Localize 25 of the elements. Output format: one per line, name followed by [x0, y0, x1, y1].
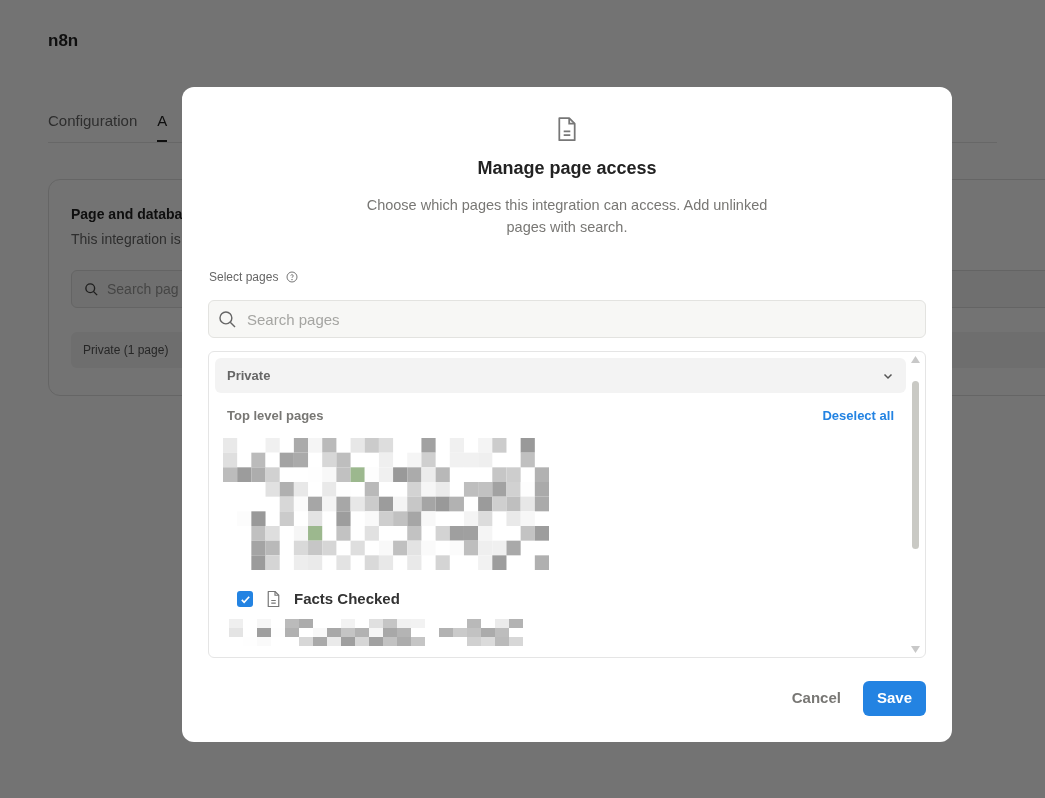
card-title: Page and databa — [71, 205, 183, 224]
dialog-description: Choose which pages this integration can access. Add unlinked pages with search. — [365, 196, 769, 238]
scrollbar-thumb[interactable] — [912, 381, 919, 550]
app-title: n8n — [48, 30, 80, 52]
card-subtitle: This integration is — [71, 230, 181, 249]
scroll-up-icon[interactable] — [911, 356, 920, 364]
document-icon — [266, 590, 281, 609]
document-icon — [556, 116, 578, 143]
help-icon — [286, 271, 299, 284]
save-button[interactable]: Save — [862, 681, 926, 716]
tab[interactable]: A — [157, 105, 168, 142]
search-field[interactable]: Search pages — [208, 300, 926, 339]
scroll-down-icon[interactable] — [911, 646, 920, 654]
deselect-all-link[interactable]: Deselect all — [822, 406, 894, 426]
checkbox[interactable] — [237, 591, 253, 608]
field-label: Select pages — [209, 269, 279, 287]
check-icon — [239, 593, 251, 605]
section-header[interactable]: Private — [215, 358, 906, 394]
dialog-title: Manage page access — [477, 157, 657, 181]
tab[interactable]: Configuration — [48, 105, 138, 142]
search-icon — [84, 281, 99, 297]
search-icon — [218, 310, 237, 330]
group-label: Top level pages — [227, 407, 324, 426]
cancel-button[interactable]: Cancel — [791, 681, 841, 716]
page-title[interactable]: Facts Checked — [294, 587, 400, 611]
